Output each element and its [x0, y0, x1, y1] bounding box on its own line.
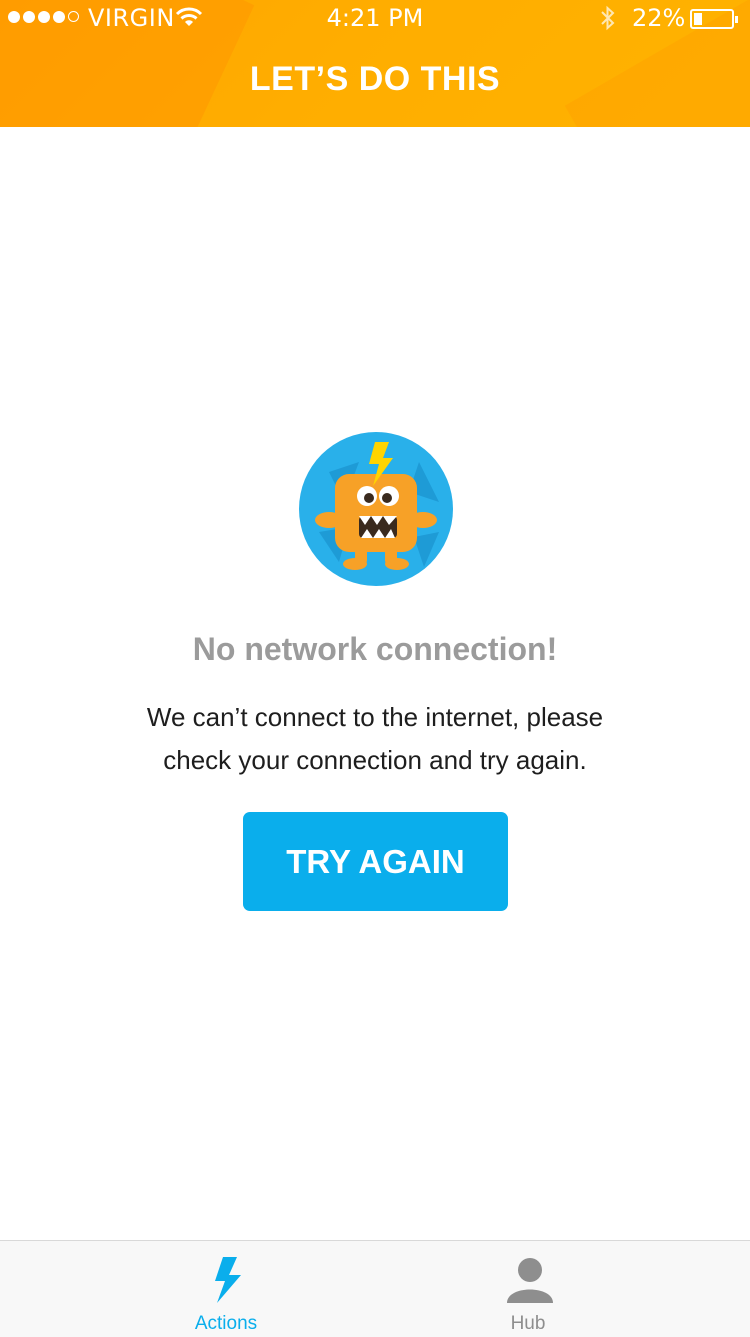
tab-bar: Actions Hub [0, 1240, 750, 1337]
app-header: VIRGIN 4:21 PM 22% LET’S DO THIS [0, 0, 750, 127]
tab-label: Hub [510, 1313, 546, 1334]
try-again-button[interactable]: TRY AGAIN [243, 812, 508, 911]
status-bar: VIRGIN 4:21 PM 22% [0, 0, 750, 40]
error-heading: No network connection! [192, 631, 558, 667]
battery-percent: 22% [632, 4, 686, 32]
lightning-icon [215, 1257, 241, 1303]
page-title: LET’S DO THIS [249, 60, 501, 98]
tab-actions[interactable]: Actions [126, 1241, 326, 1337]
battery-level [694, 13, 702, 25]
tab-hub[interactable]: Hub [428, 1241, 628, 1337]
monster-mascot-icon [299, 432, 453, 586]
bluetooth-icon [601, 5, 615, 31]
person-icon [507, 1258, 553, 1303]
tab-label: Actions [194, 1313, 258, 1334]
battery-icon [690, 9, 738, 29]
error-message: We can’t connect to the internet, please… [146, 702, 604, 775]
